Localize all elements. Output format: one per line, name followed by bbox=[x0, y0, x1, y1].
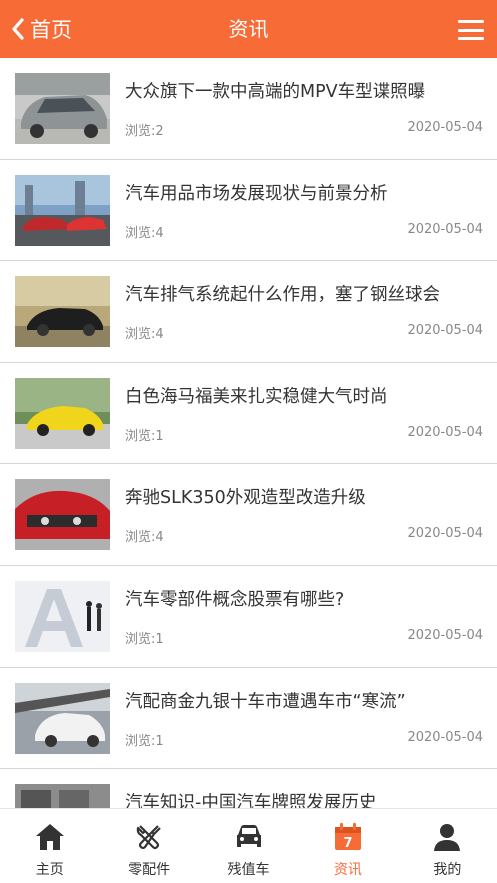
list-item[interactable]: 汽配商金九银十车市遭遇车市“寒流” 浏览:1 2020-05-04 bbox=[0, 668, 497, 770]
list-item[interactable]: 汽车用品市场发展现状与前景分析 浏览:4 2020-05-04 bbox=[0, 160, 497, 262]
view-count: 浏览:1 bbox=[125, 733, 164, 749]
article-thumbnail bbox=[15, 784, 110, 808]
article-list[interactable]: 大众旗下一款中高端的MPV车型谍照曝 浏览:2 2020-05-04 汽车用品市… bbox=[0, 58, 497, 808]
article-title: 白色海马福美来扎实稳健大气时尚 bbox=[125, 386, 388, 407]
back-button[interactable]: 首页 bbox=[10, 0, 72, 58]
tab-parts[interactable]: 零配件 bbox=[99, 809, 198, 883]
article-thumbnail bbox=[15, 276, 110, 348]
view-count: 浏览:4 bbox=[125, 530, 164, 546]
article-thumbnail bbox=[15, 682, 110, 754]
article-date: 2020-05-04 bbox=[407, 627, 483, 643]
tab-label: 残值车 bbox=[227, 862, 270, 878]
user-icon bbox=[434, 824, 461, 851]
view-count: 浏览:1 bbox=[125, 631, 164, 647]
view-count: 浏览:4 bbox=[125, 225, 164, 241]
tab-mine[interactable]: 我的 bbox=[398, 809, 497, 883]
list-item[interactable]: 汽车知识-中国汽车牌照发展历史 bbox=[0, 769, 497, 808]
article-date: 2020-05-04 bbox=[407, 120, 483, 135]
page-title: 资讯 bbox=[228, 17, 269, 41]
view-count: 浏览:2 bbox=[125, 124, 164, 139]
car-icon bbox=[236, 825, 261, 847]
list-item[interactable]: 奔驰SLK350外观造型改造升级 浏览:4 2020-05-04 bbox=[0, 464, 497, 566]
tab-label: 主页 bbox=[35, 862, 64, 878]
back-label: 首页 bbox=[30, 18, 72, 42]
calendar-icon: 7 bbox=[334, 823, 361, 851]
tools-icon bbox=[136, 825, 161, 850]
article-date: 2020-05-04 bbox=[407, 526, 483, 542]
article-thumbnail bbox=[15, 479, 110, 551]
article-title: 汽车知识-中国汽车牌照发展历史 bbox=[125, 793, 377, 808]
article-title: 汽车用品市场发展现状与前景分析 bbox=[125, 183, 388, 204]
chevron-left-icon bbox=[12, 18, 24, 40]
menu-icon-bar bbox=[458, 37, 484, 40]
article-title: 奔驰SLK350外观造型改造升级 bbox=[125, 488, 366, 509]
article-date: 2020-05-04 bbox=[407, 424, 483, 440]
tab-label: 我的 bbox=[433, 862, 462, 878]
menu-icon-bar bbox=[458, 28, 484, 32]
calendar-badge: 7 bbox=[343, 836, 352, 851]
article-thumbnail bbox=[15, 377, 110, 449]
menu-button[interactable] bbox=[458, 20, 484, 40]
article-date: 2020-05-04 bbox=[407, 729, 483, 745]
article-title: 汽配商金九银十车市遭遇车市“寒流” bbox=[125, 691, 406, 712]
article-title: 汽车零部件概念股票有哪些? bbox=[125, 589, 345, 610]
tab-label: 零配件 bbox=[128, 862, 171, 878]
list-item[interactable]: 大众旗下一款中高端的MPV车型谍照曝 浏览:2 2020-05-04 bbox=[0, 58, 497, 160]
menu-icon bbox=[458, 20, 484, 23]
bottom-tab-bar: 主页 零配件 残值车 7 资讯 我的 bbox=[0, 808, 497, 883]
top-bar: 首页 资讯 bbox=[0, 0, 497, 58]
tab-news[interactable]: 7 资讯 bbox=[298, 809, 397, 883]
view-count: 浏览:1 bbox=[125, 428, 164, 444]
tab-salvage-cars[interactable]: 残值车 bbox=[199, 809, 298, 883]
list-item[interactable]: 汽车零部件概念股票有哪些? 浏览:1 2020-05-04 bbox=[0, 566, 497, 668]
article-thumbnail bbox=[15, 580, 110, 652]
home-icon bbox=[35, 824, 64, 850]
list-item[interactable]: 汽车排气系统起什么作用，塞了钢丝球会 浏览:4 2020-05-04 bbox=[0, 261, 497, 363]
view-count: 浏览:4 bbox=[125, 327, 164, 343]
tab-label: 资讯 bbox=[333, 862, 362, 878]
tab-home[interactable]: 主页 bbox=[0, 809, 99, 883]
article-title: 汽车排气系统起什么作用，塞了钢丝球会 bbox=[125, 285, 440, 306]
article-thumbnail bbox=[15, 73, 110, 144]
article-date: 2020-05-04 bbox=[407, 221, 483, 237]
list-item[interactable]: 白色海马福美来扎实稳健大气时尚 浏览:1 2020-05-04 bbox=[0, 363, 497, 465]
article-date: 2020-05-04 bbox=[407, 323, 483, 339]
article-title: 大众旗下一款中高端的MPV车型谍照曝 bbox=[125, 82, 426, 102]
article-thumbnail bbox=[15, 174, 110, 246]
